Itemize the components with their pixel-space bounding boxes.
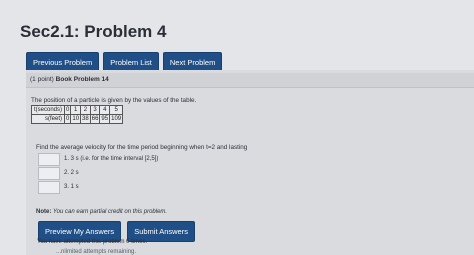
page-title: Sec2.1: Problem 4 xyxy=(20,22,167,41)
data-table: t(seconds) 0 1 2 3 4 5 s(feet) 0 10 38 6… xyxy=(30,105,124,124)
table-cell: 2 xyxy=(80,105,91,115)
table-cell: 5 xyxy=(109,105,124,115)
attempts-text: You have attempted this problem 0 times. xyxy=(37,239,148,245)
table-cell: 38 xyxy=(80,114,91,124)
table-cell: 10 xyxy=(70,114,82,124)
answer-input-3[interactable] xyxy=(38,181,60,194)
problem-points: (1 point) xyxy=(30,76,54,83)
table-cell: 1 xyxy=(70,105,82,115)
table-row: t(seconds) 0 1 2 3 4 5 xyxy=(30,105,124,115)
problem-heading: (1 point) Book Problem 14 xyxy=(30,76,109,83)
problem-intro: The position of a particle is given by t… xyxy=(31,97,197,104)
table-cell: 109 xyxy=(109,114,124,124)
page: Sec2.1: Problem 4 Previous Problem Probl… xyxy=(0,0,474,255)
table-cell: 66 xyxy=(89,114,101,124)
row-header: t(seconds) xyxy=(30,105,66,115)
table-cell: 95 xyxy=(99,114,111,124)
problem-name: Book Problem 14 xyxy=(55,76,109,83)
question-text: Find the average velocity for the time p… xyxy=(36,144,248,151)
note-prefix: Note: xyxy=(36,209,52,215)
answer-input-1[interactable] xyxy=(38,153,60,166)
table-row: s(feet) 0 10 38 66 95 109 xyxy=(30,114,124,124)
answer-input-2[interactable] xyxy=(38,167,60,180)
row-header: s(feet) xyxy=(30,114,66,124)
note-text: You can earn partial credit on this prob… xyxy=(53,209,168,215)
attempts-remaining-text: ...nlimited attempts remaining. xyxy=(56,249,137,255)
table-cell: 4 xyxy=(99,105,111,115)
partial-credit-note: Note: You can earn partial credit on thi… xyxy=(36,209,167,215)
part-label-3: 3. 1 s xyxy=(64,184,79,190)
table-cell: 3 xyxy=(89,105,101,115)
part-label-2: 2. 2 s xyxy=(64,170,79,176)
part-label-1: 1. 3 s (i.e. for the time interval [2,5]… xyxy=(64,156,159,162)
